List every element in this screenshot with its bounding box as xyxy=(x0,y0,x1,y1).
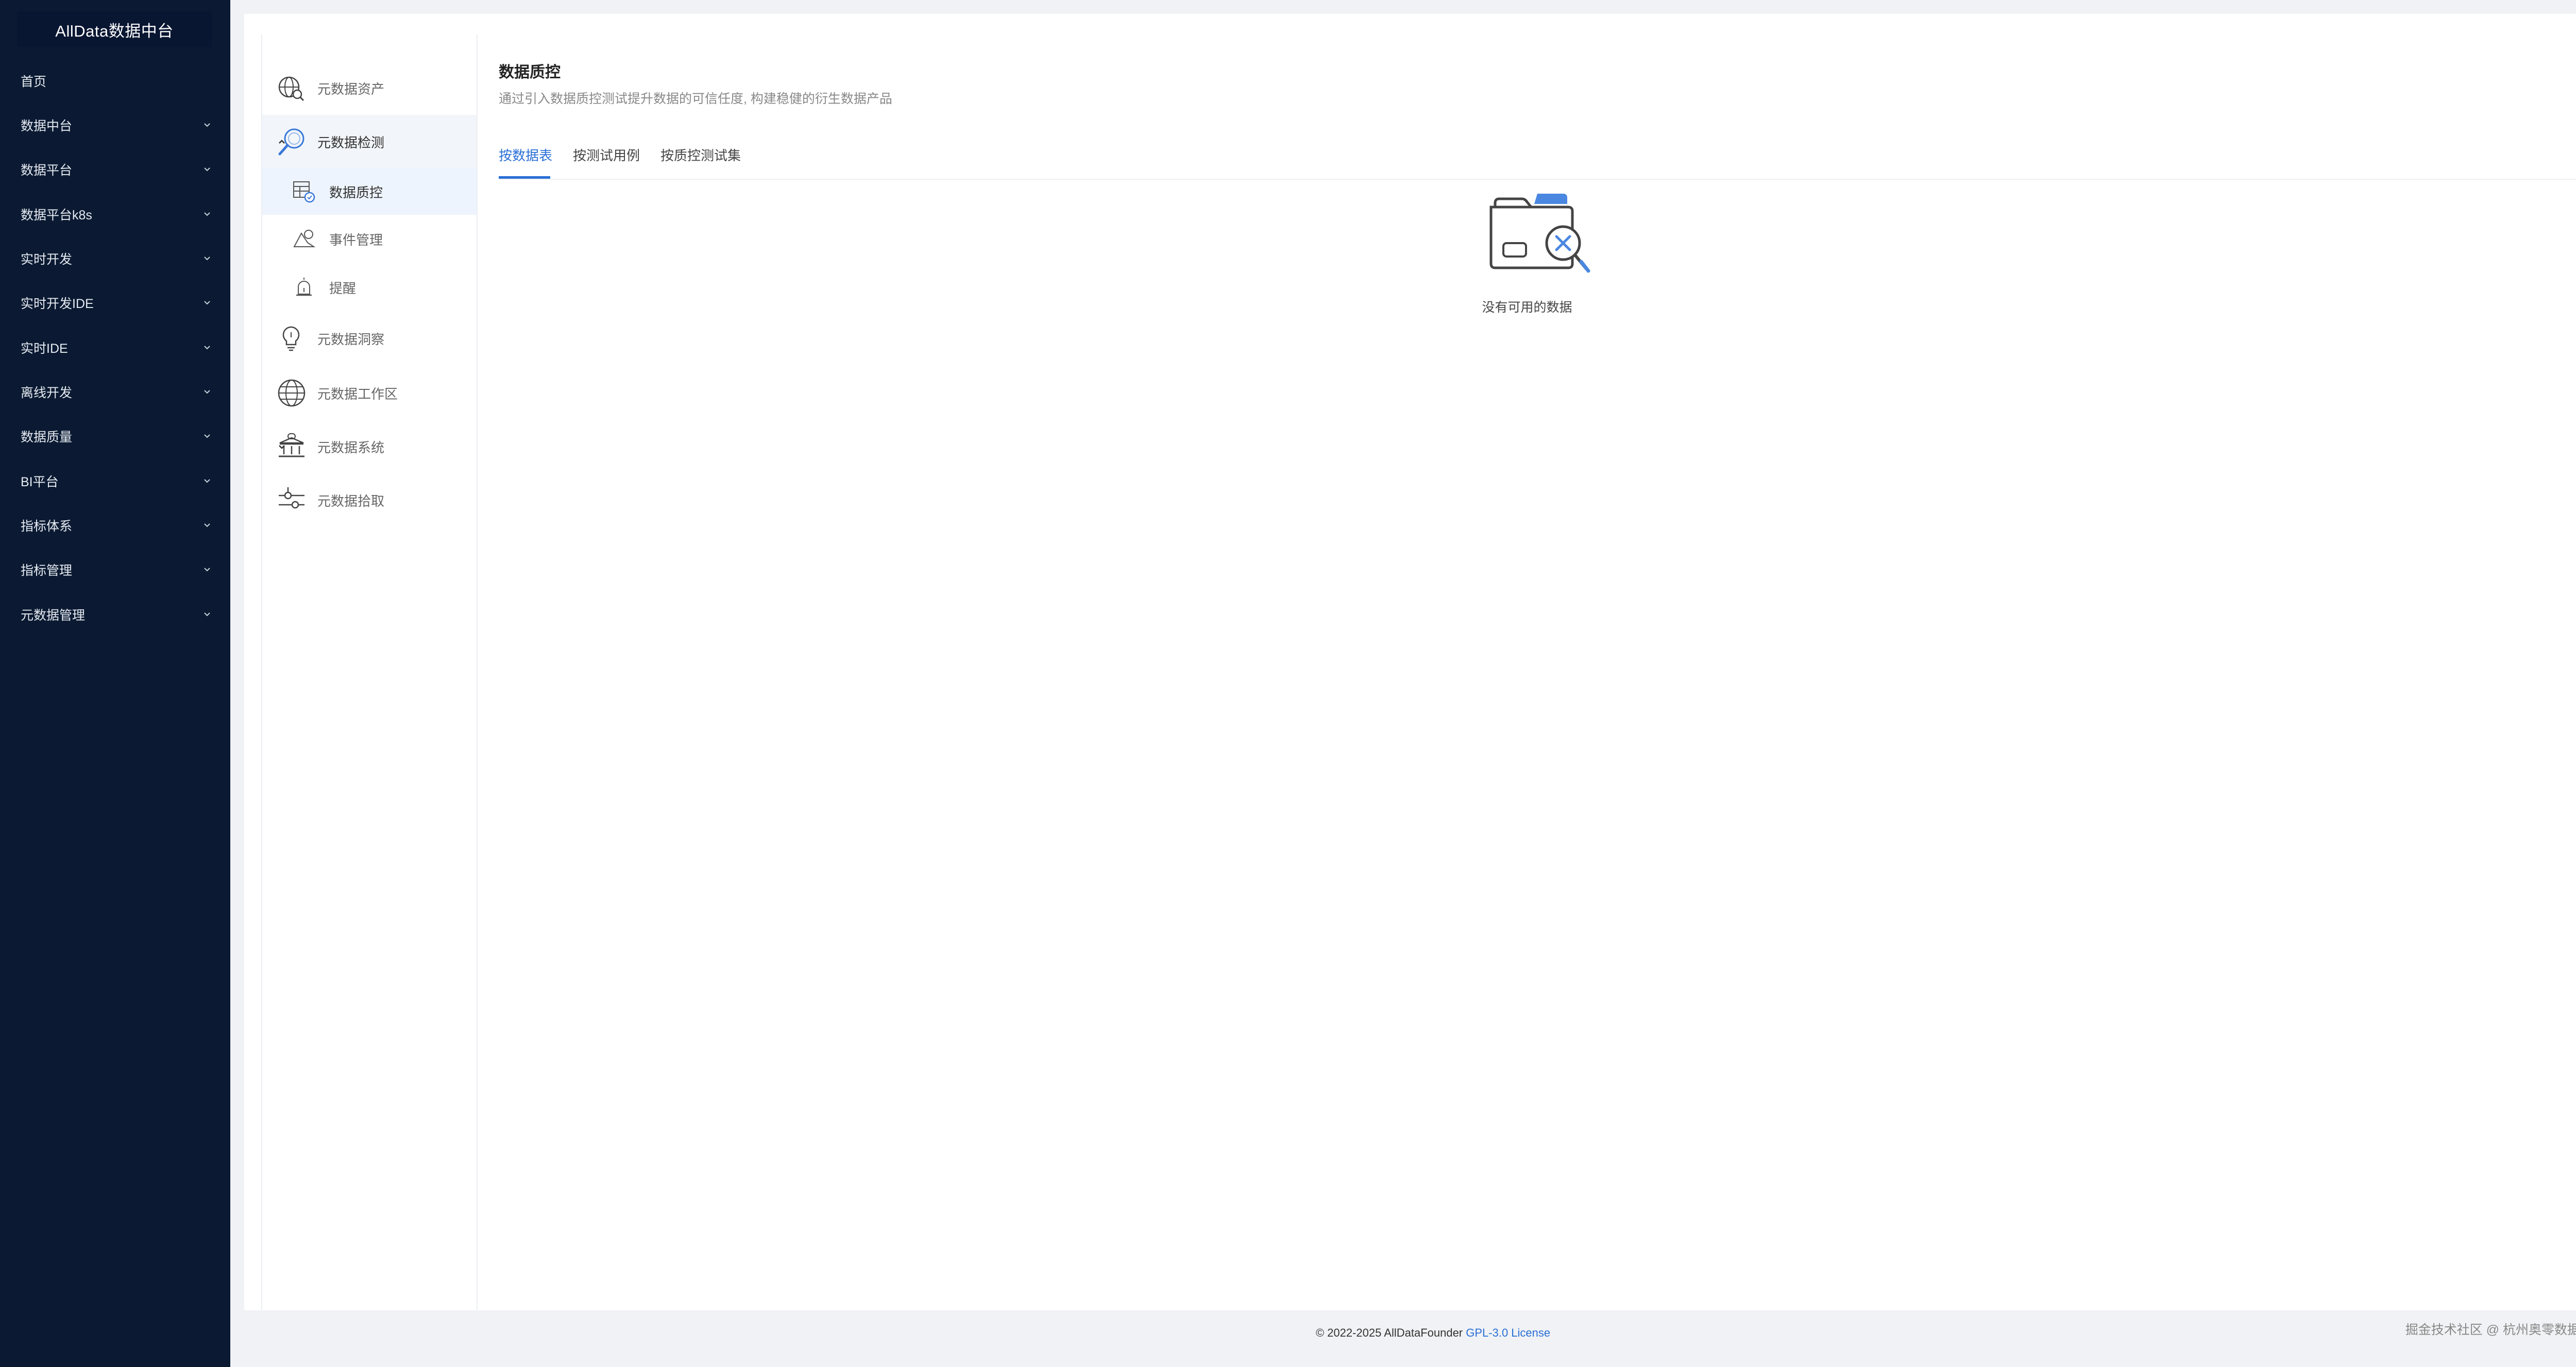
sidebar-item-offline-dev[interactable]: 离线开发 xyxy=(0,370,230,414)
page-description: 通过引入数据质控测试提升数据的可信任度, 构建稳健的衍生数据产品 xyxy=(499,92,892,106)
sidebar-item-label: BI平台 xyxy=(21,475,59,489)
sidebar-item-label: 指标管理 xyxy=(21,563,73,578)
sidebar-item-realtime-dev-ide[interactable]: 实时开发IDE xyxy=(0,281,230,325)
sidebar-item-label: 实时开发IDE xyxy=(21,297,94,311)
chevron-down-icon xyxy=(204,434,210,438)
empty-state-text: 没有可用的数据 xyxy=(1482,300,1572,315)
chevron-down-icon xyxy=(204,123,210,127)
subnav-item-label: 元数据系统 xyxy=(317,439,385,455)
metadata-subnav: 元数据资产 元数据检测 数据质控 事件管理 提醒 元数据洞察 元数据工作区 元数… xyxy=(261,35,478,1310)
tab-by-table[interactable]: 按数据表 xyxy=(499,145,552,164)
alarm-icon xyxy=(296,278,312,296)
subnav-item-label: 提醒 xyxy=(329,280,357,296)
sidebar-item-realtime-dev[interactable]: 实时开发 xyxy=(0,236,230,281)
sidebar-item-realtime-ide[interactable]: 实时IDE xyxy=(0,326,230,370)
sidebar-item-data-center[interactable]: 数据中台 xyxy=(0,103,230,147)
subnav-item-label: 元数据洞察 xyxy=(317,331,385,347)
tabs-divider xyxy=(499,179,2576,180)
sidebar-item-label: 离线开发 xyxy=(21,386,73,400)
main-content-card: 元数据资产 元数据检测 数据质控 事件管理 提醒 元数据洞察 元数据工作区 元数… xyxy=(244,14,2576,1310)
sidebar-item-data-platform-k8s[interactable]: 数据平台k8s xyxy=(0,192,230,236)
chevron-down-icon xyxy=(204,390,210,394)
subnav-item-metadata-system[interactable]: 元数据系统 xyxy=(262,420,477,473)
chevron-down-icon xyxy=(204,568,210,572)
tab-by-test-suite[interactable]: 按质控测试集 xyxy=(660,145,741,164)
sidebar-item-metric-management[interactable]: 指标管理 xyxy=(0,548,230,592)
bulb-icon xyxy=(282,326,300,351)
subnav-item-metadata-workspace[interactable]: 元数据工作区 xyxy=(262,366,477,420)
sidebar-item-home[interactable]: 首页 xyxy=(0,59,230,103)
sidebar-item-label: 首页 xyxy=(21,75,47,89)
sidebar-item-bi-platform[interactable]: BI平台 xyxy=(0,459,230,503)
sidebar-item-label: 元数据管理 xyxy=(21,608,86,623)
chevron-down-icon xyxy=(204,523,210,527)
footer-copyright: © 2022-2025 AllDataFounder xyxy=(1315,1326,1463,1339)
subnav-item-alerts[interactable]: 提醒 xyxy=(262,263,477,312)
empty-folder-search-icon xyxy=(1489,194,1590,273)
sidebar-item-label: 实时开发 xyxy=(21,252,73,267)
subnav-item-label: 元数据资产 xyxy=(317,81,385,97)
chevron-down-icon xyxy=(204,479,210,483)
subnav-item-label: 元数据拾取 xyxy=(317,493,385,509)
chevron-up-icon xyxy=(279,140,285,144)
sidebar-item-label: 数据质量 xyxy=(21,430,73,445)
sidebar-item-metadata-management[interactable]: 元数据管理 xyxy=(0,592,230,637)
sliders-icon xyxy=(279,487,304,509)
sidebar-item-data-platform[interactable]: 数据平台 xyxy=(0,147,230,192)
subnav-item-metadata-extraction[interactable]: 元数据拾取 xyxy=(262,473,477,527)
sidebar-item-label: 指标体系 xyxy=(21,519,73,534)
sidebar-item-label: 数据平台k8s xyxy=(21,208,92,223)
table-check-icon xyxy=(293,181,315,203)
app-logo[interactable]: AllData数据中台 xyxy=(17,11,212,47)
sidebar-item-label: 实时IDE xyxy=(21,341,68,356)
subnav-item-metadata-assets[interactable]: 元数据资产 xyxy=(262,61,477,115)
page-title: 数据质控 xyxy=(499,64,561,81)
subnav-item-data-quality-control[interactable]: 数据质控 xyxy=(262,168,477,215)
chevron-down-icon xyxy=(204,212,210,216)
sidebar-item-label: 数据中台 xyxy=(21,119,73,133)
license-link[interactable]: GPL-3.0 License xyxy=(1466,1326,1550,1339)
subnav-item-label: 元数据检测 xyxy=(317,134,385,150)
page-footer: © 2022-2025 AllDataFounder GPL-3.0 Licen… xyxy=(0,1326,2576,1340)
chevron-down-icon xyxy=(204,257,210,261)
subnav-item-metadata-detection[interactable]: 元数据检测 xyxy=(262,115,477,168)
subnav-item-label: 元数据工作区 xyxy=(317,386,398,402)
sidebar-item-label: 数据平台 xyxy=(21,163,73,178)
chevron-down-icon xyxy=(204,167,210,172)
sidebar-item-metric-system[interactable]: 指标体系 xyxy=(0,503,230,548)
chevron-down-icon xyxy=(204,346,210,350)
subnav-item-label: 数据质控 xyxy=(329,184,383,200)
tab-by-test-case[interactable]: 按测试用例 xyxy=(573,145,640,164)
main-sidebar: AllData数据中台 首页 数据中台 数据平台 数据平台k8s 实时开发 实时… xyxy=(0,0,230,1367)
subnav-item-label: 事件管理 xyxy=(329,232,383,248)
chevron-down-icon xyxy=(279,445,285,449)
subnav-item-event-management[interactable]: 事件管理 xyxy=(262,215,477,263)
globe-icon xyxy=(278,379,306,407)
chevron-down-icon xyxy=(204,612,210,617)
sidebar-item-data-quality[interactable]: 数据质量 xyxy=(0,414,230,458)
event-icon xyxy=(293,230,316,247)
subnav-item-metadata-insight[interactable]: 元数据洞察 xyxy=(262,312,477,365)
globe-search-icon xyxy=(278,76,304,101)
chevron-down-icon xyxy=(204,301,210,305)
watermark-text: 掘金技术社区 @ 杭州奥零数据科技 xyxy=(2405,1323,2576,1337)
